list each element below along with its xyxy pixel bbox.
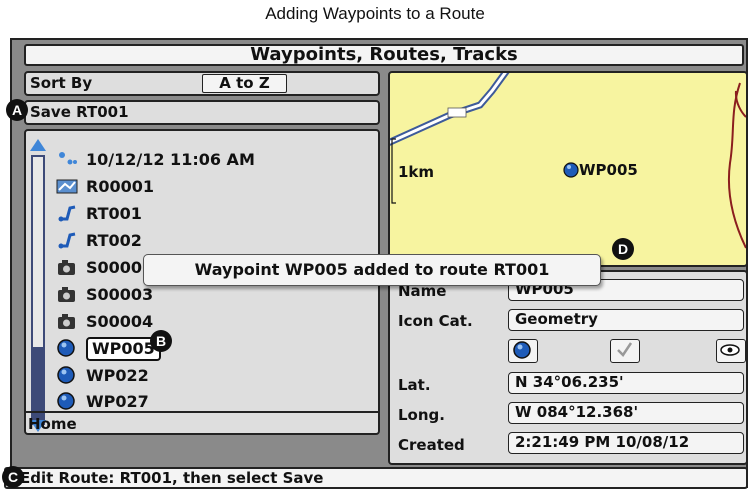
visibility-button[interactable] <box>716 339 746 363</box>
list-item-label: WP022 <box>86 366 149 385</box>
map-waypoint-marker[interactable]: WP005 <box>563 161 638 179</box>
waypoint-icon-button[interactable] <box>508 339 538 363</box>
list-item[interactable]: 10/12/12 11:06 AM <box>56 147 255 173</box>
latitude-field[interactable]: N 34°06.235' <box>508 372 744 394</box>
group-folder-icon <box>59 152 77 165</box>
eye-icon <box>720 344 740 356</box>
created-label: Created <box>398 436 465 454</box>
list-item-selected[interactable]: WP005 <box>56 336 161 362</box>
status-bar: Edit Route: RT001, then select Save <box>4 467 748 489</box>
icon-category-field[interactable]: Geometry <box>508 309 744 331</box>
list-item[interactable]: RT001 <box>56 201 142 227</box>
route-icon <box>58 232 76 249</box>
callout-d: D <box>612 238 634 260</box>
window-title: Waypoints, Routes, Tracks <box>24 44 744 66</box>
created-field: 2:21:49 PM 10/08/12 <box>508 432 744 454</box>
camera-icon <box>58 260 75 275</box>
callout-c: C <box>2 466 24 488</box>
figure-caption: Adding Waypoints to a Route <box>265 4 485 23</box>
list-item-label: RT001 <box>86 204 142 223</box>
icon-category-label: Icon Cat. <box>398 312 473 330</box>
list-item-label: RT002 <box>86 231 142 250</box>
list-item-label: S00003 <box>86 285 154 304</box>
callout-b: B <box>150 330 172 352</box>
checkmark-button[interactable] <box>610 339 640 363</box>
map-waypoint-label: WP005 <box>579 161 638 179</box>
route-map-icon <box>56 179 78 194</box>
camera-icon <box>58 287 75 302</box>
home-button[interactable]: Home <box>28 415 77 433</box>
latitude-label: Lat. <box>398 376 431 394</box>
waypoint-details: Name WP005 Icon Cat. Geometry Lat. N 34°… <box>388 270 748 465</box>
longitude-label: Long. <box>398 406 445 424</box>
list-item[interactable]: R00001 <box>56 174 154 200</box>
waypoint-icon <box>563 162 579 178</box>
list-item-label: S00004 <box>86 312 154 331</box>
confirmation-toast: Waypoint WP005 added to route RT001 <box>143 254 601 286</box>
waypoint-icon <box>513 341 531 359</box>
list-item[interactable]: WP022 <box>56 363 149 389</box>
sort-by-label: Sort By <box>30 74 93 92</box>
checkmark-icon <box>617 342 633 357</box>
route-icon <box>58 205 76 222</box>
list-item[interactable]: RT002 <box>56 228 142 254</box>
callout-a: A <box>6 99 28 121</box>
sort-order-select[interactable]: A to Z <box>202 74 287 93</box>
camera-icon <box>58 314 75 329</box>
waypoint-icon <box>57 392 75 410</box>
list-item[interactable]: S00003 <box>56 282 153 308</box>
waypoint-icon <box>57 339 75 357</box>
waypoint-icon <box>57 366 75 384</box>
list-item[interactable]: S00004 <box>56 309 153 335</box>
list-item-label: R00001 <box>86 177 154 196</box>
list-item-label: S0000 <box>86 258 143 277</box>
list-item-label: WP027 <box>86 392 149 411</box>
sort-by-row[interactable]: Sort By A to Z <box>24 71 380 96</box>
list-item-label: 10/12/12 11:06 AM <box>86 150 255 169</box>
list-item[interactable]: S0000 <box>56 255 142 281</box>
longitude-field[interactable]: W 084°12.368' <box>508 402 744 424</box>
map-scale-label: 1km <box>398 163 435 181</box>
save-route-button[interactable]: Save RT001 <box>24 100 380 125</box>
scroll-up-arrow-icon[interactable] <box>30 139 46 151</box>
map-view[interactable]: 1km WP005 <box>388 71 748 267</box>
scrollbar-thumb[interactable] <box>33 157 43 347</box>
divider <box>26 411 378 413</box>
